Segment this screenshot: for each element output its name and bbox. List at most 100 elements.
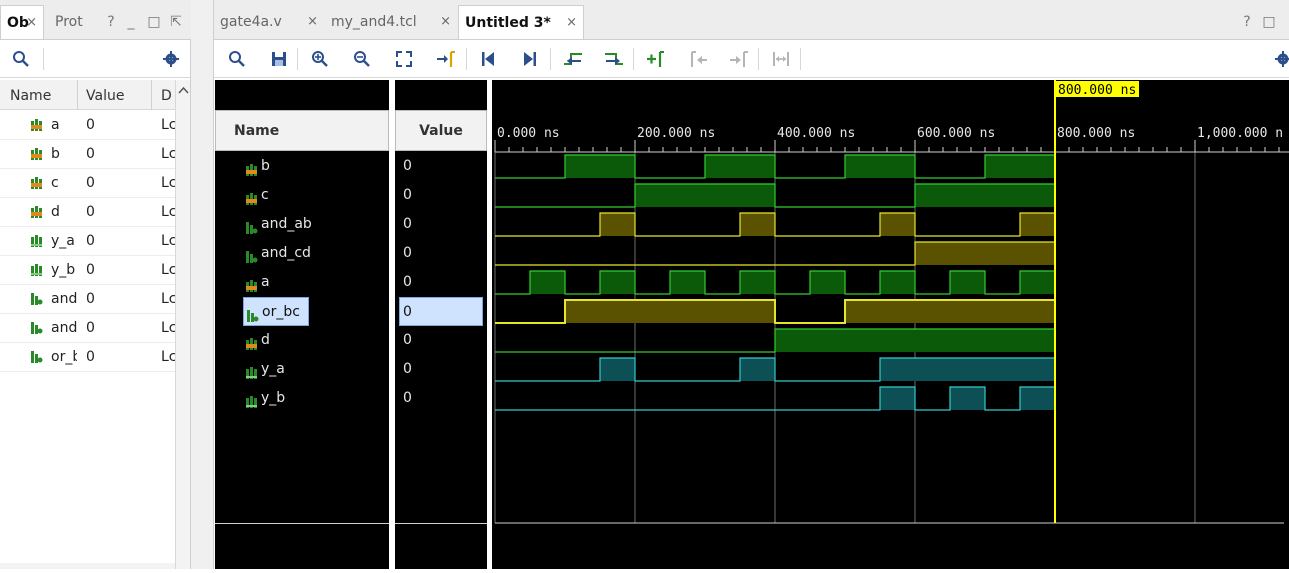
object-data-type: Lc [161,175,175,191]
input-icon [30,118,43,132]
wave-signal-value[interactable]: 0 [403,239,463,268]
waveform-high-segment [565,155,635,178]
previous-transition-icon[interactable] [563,50,583,68]
swap-cursors-icon[interactable] [771,50,791,68]
waveform-high-segment [950,271,985,294]
object-data-type: Lc [161,349,175,365]
wave-names-header[interactable]: Name [215,110,389,151]
tab-gate4a[interactable]: gate4a.v × [214,5,324,39]
object-row[interactable]: y_b 0 Lc [0,256,175,285]
waveform-high-segment [600,271,635,294]
maximize-icon[interactable]: □ [1260,12,1278,32]
wave-signal-name: y_b [261,390,286,406]
object-row[interactable]: a 0 Lc [0,111,175,140]
input-icon [245,159,258,176]
wave-signal-value[interactable]: 0 [403,355,463,384]
object-row[interactable]: d 0 Lc [0,198,175,227]
wave-signal-name: a [261,274,270,290]
zoom-fit-icon[interactable] [395,50,413,68]
object-row[interactable]: or_b 0 Lc [0,343,175,372]
column-value: Value [419,123,463,139]
close-icon[interactable]: × [26,6,37,40]
panel-splitter[interactable] [191,0,213,569]
wave-signal-value[interactable]: 0 [403,181,463,210]
next-transition-icon[interactable] [604,50,624,68]
close-icon[interactable]: × [307,5,318,39]
tab-protocol[interactable]: Prot [49,5,91,39]
minimize-icon[interactable]: _ [122,12,140,32]
wave-signal-y-b[interactable]: y_b [243,384,383,413]
objects-panel: Ob × Prot ? _ □ ⇱ Name Value D a 0 Lc b 0 Lc c… [0,0,191,569]
horizontal-scrollbar[interactable] [0,563,175,569]
close-icon[interactable]: × [566,6,577,40]
help-icon[interactable]: ? [1238,12,1256,32]
object-data-type: Lc [161,233,175,249]
go-to-cursor-icon[interactable] [436,50,456,68]
gear-icon[interactable] [1274,50,1289,68]
wave-signal-value[interactable]: 0 [403,152,463,181]
input-icon [245,333,258,350]
object-data-type: Lc [161,320,175,336]
save-icon[interactable] [270,50,288,68]
wave-signal-name: or_bc [262,304,300,320]
go-to-end-icon[interactable] [521,50,539,68]
waveform-high-segment [635,184,775,207]
wave-signal-b[interactable]: b [243,152,383,181]
wave-signal-name: y_a [261,361,285,377]
maximize-icon[interactable]: □ [145,12,163,32]
objects-tabbar: Ob × Prot ? _ □ ⇱ [0,0,191,40]
tab-my-and4[interactable]: my_and4.tcl × [325,5,457,39]
divider [395,523,487,524]
wave-signal-y-a[interactable]: y_a [243,355,383,384]
wave-signal-value[interactable]: 0 [403,326,463,355]
help-icon[interactable]: ? [102,12,120,32]
column-data-type[interactable]: D [161,80,172,110]
vertical-scrollbar[interactable] [175,80,190,569]
object-row[interactable]: c 0 Lc [0,169,175,198]
search-icon[interactable] [12,50,30,68]
wave-signal-value[interactable]: 0 [403,268,463,297]
internal-icon [246,305,259,322]
wave-signal-or-bc[interactable]: or_bc [243,297,309,326]
go-to-start-icon[interactable] [479,50,497,68]
object-value: 0 [86,320,95,336]
object-row[interactable]: y_a 0 Lc [0,227,175,256]
wave-values-header[interactable]: Value [395,110,487,151]
search-icon[interactable] [228,50,246,68]
wave-signal-value[interactable]: 0 [403,210,463,239]
zoom-out-icon[interactable] [353,50,371,68]
time-tick-label: 800.000 ns [1057,126,1135,141]
waveform-viewer[interactable]: 0.000 ns 200.000 ns 400.000 ns 600.000 ns 80… [492,80,1289,569]
wave-signal-d[interactable]: d [243,326,383,355]
add-marker-icon[interactable] [646,50,666,68]
waveform-high-segment [740,213,775,236]
waveform-canvas[interactable]: 0.000 ns 200.000 ns 400.000 ns 600.000 ns 80… [492,80,1289,569]
divider [215,523,389,524]
object-row[interactable]: and 0 Lc [0,314,175,343]
float-icon[interactable]: ⇱ [167,12,185,32]
next-marker-icon[interactable] [729,50,749,68]
close-icon[interactable]: × [440,5,451,39]
wave-signal-and-cd[interactable]: and_cd [243,239,383,268]
column-name[interactable]: Name [10,80,51,110]
tab-objects[interactable]: Ob × [0,5,44,39]
chevron-up-icon[interactable] [178,86,189,94]
wave-signal-a[interactable]: a [243,268,383,297]
time-tick-label: 600.000 ns [917,126,995,141]
wave-signal-value[interactable]: 0 [403,384,463,413]
object-data-type: Lc [161,204,175,220]
previous-marker-icon[interactable] [688,50,708,68]
object-row[interactable]: b 0 Lc [0,140,175,169]
wave-signal-and-ab[interactable]: and_ab [243,210,383,239]
waveform-high-segment [775,329,1055,352]
zoom-in-icon[interactable] [311,50,329,68]
object-value: 0 [86,204,95,220]
object-value: 0 [86,349,95,365]
wave-signal-c[interactable]: c [243,181,383,210]
object-row[interactable]: and 0 Lc [0,285,175,314]
waveform-high-segment [880,358,1055,381]
wave-signal-value[interactable]: 0 [399,297,483,326]
gear-icon[interactable] [162,50,180,68]
tab-untitled-3[interactable]: Untitled 3* × [458,5,584,39]
column-value[interactable]: Value [86,80,124,110]
